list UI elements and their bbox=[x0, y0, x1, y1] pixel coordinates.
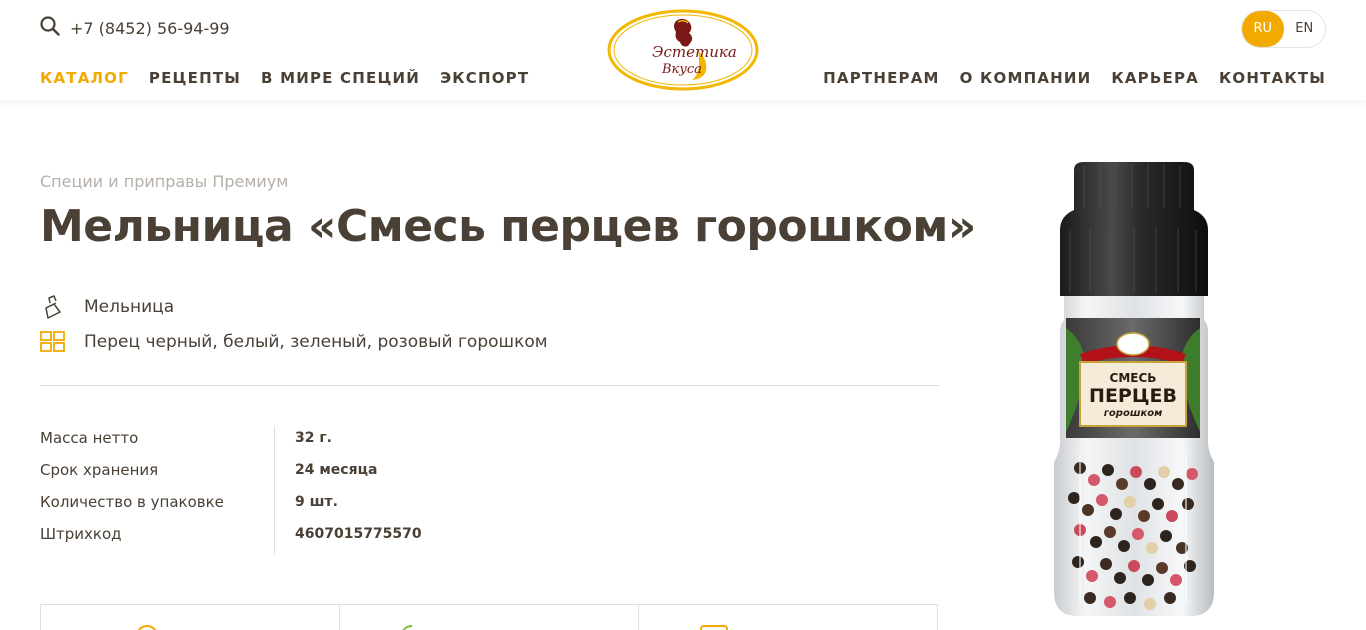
lang-ru[interactable]: RU bbox=[1242, 11, 1284, 47]
nav-world-of-spices[interactable]: В МИРЕ СПЕЦИЙ bbox=[261, 69, 420, 87]
clock-icon bbox=[137, 625, 157, 630]
info-card[interactable] bbox=[639, 605, 937, 630]
spec-label: Масса нетто bbox=[40, 429, 139, 447]
feature-text: Мельница bbox=[84, 297, 175, 317]
spec-value: 4607015775570 bbox=[295, 526, 422, 542]
info-card[interactable] bbox=[340, 605, 639, 630]
spec-row-shelf-life: Срок хранения 24 месяца bbox=[40, 458, 422, 490]
spec-value: 32 г. bbox=[295, 430, 332, 446]
spec-value: 9 шт. bbox=[295, 494, 338, 510]
specs-divider bbox=[274, 426, 275, 554]
grid-icon bbox=[40, 329, 66, 355]
leaf-icon bbox=[402, 625, 413, 630]
spec-row-weight: Масса нетто 32 г. bbox=[40, 426, 422, 458]
feature-text: Перец черный, белый, зеленый, розовый го… bbox=[84, 332, 548, 352]
specs-table: Масса нетто 32 г. Срок хранения 24 месяц… bbox=[40, 426, 422, 554]
page-title: Мельница «Смесь перцев горошком» bbox=[40, 201, 976, 252]
package-label-2: ПЕРЦЕВ bbox=[1089, 385, 1177, 407]
language-switcher: RU EN bbox=[1241, 10, 1326, 48]
spec-row-pack-quantity: Количество в упаковке 9 шт. bbox=[40, 490, 422, 522]
package-label-3: горошком bbox=[1104, 408, 1163, 419]
main-nav-left: КАТАЛОГ РЕЦЕПТЫ В МИРЕ СПЕЦИЙ ЭКСПОРТ bbox=[40, 69, 529, 87]
breadcrumb[interactable]: Специи и приправы Премиум bbox=[40, 172, 288, 191]
site-header: +7 (8452) 56-94-99 Эстетика Вкуса RU EN … bbox=[0, 0, 1366, 100]
spec-row-barcode: Штрихкод 4607015775570 bbox=[40, 522, 422, 554]
product-image: СМЕСЬ ПЕРЦЕВ горошком bbox=[1054, 162, 1214, 616]
feature-ingredients: Перец черный, белый, зеленый, розовый го… bbox=[40, 329, 548, 355]
nav-catalog[interactable]: КАТАЛОГ bbox=[40, 69, 129, 87]
nav-about[interactable]: О КОМПАНИИ bbox=[960, 69, 1092, 87]
section-divider bbox=[40, 385, 940, 386]
spec-label: Количество в упаковке bbox=[40, 493, 224, 511]
spec-label: Срок хранения bbox=[40, 461, 159, 479]
logo-text-1: Эстетика bbox=[652, 43, 737, 61]
spec-value: 24 месяца bbox=[295, 462, 378, 478]
info-cards bbox=[40, 604, 938, 630]
nav-export[interactable]: ЭКСПОРТ bbox=[440, 69, 529, 87]
main-nav-right: ПАРТНЕРАМ О КОМПАНИИ КАРЬЕРА КОНТАКТЫ bbox=[823, 69, 1326, 87]
feature-package-type: Мельница bbox=[40, 294, 174, 320]
nav-partners[interactable]: ПАРТНЕРАМ bbox=[823, 69, 940, 87]
spec-label: Штрихкод bbox=[40, 525, 122, 543]
nav-contacts[interactable]: КОНТАКТЫ bbox=[1219, 69, 1326, 87]
nav-career[interactable]: КАРЬЕРА bbox=[1111, 69, 1199, 87]
brand-logo[interactable]: Эстетика Вкуса bbox=[606, 9, 760, 91]
logo-text-2: Вкуса bbox=[661, 62, 702, 77]
search-icon[interactable] bbox=[40, 16, 60, 36]
grinder-icon bbox=[40, 294, 66, 320]
phone-link[interactable]: +7 (8452) 56-94-99 bbox=[70, 19, 230, 38]
info-card[interactable] bbox=[41, 605, 340, 630]
box-icon bbox=[700, 625, 728, 630]
nav-recipes[interactable]: РЕЦЕПТЫ bbox=[149, 69, 241, 87]
lang-en[interactable]: EN bbox=[1284, 11, 1326, 47]
package-label-1: СМЕСЬ bbox=[1110, 371, 1157, 385]
